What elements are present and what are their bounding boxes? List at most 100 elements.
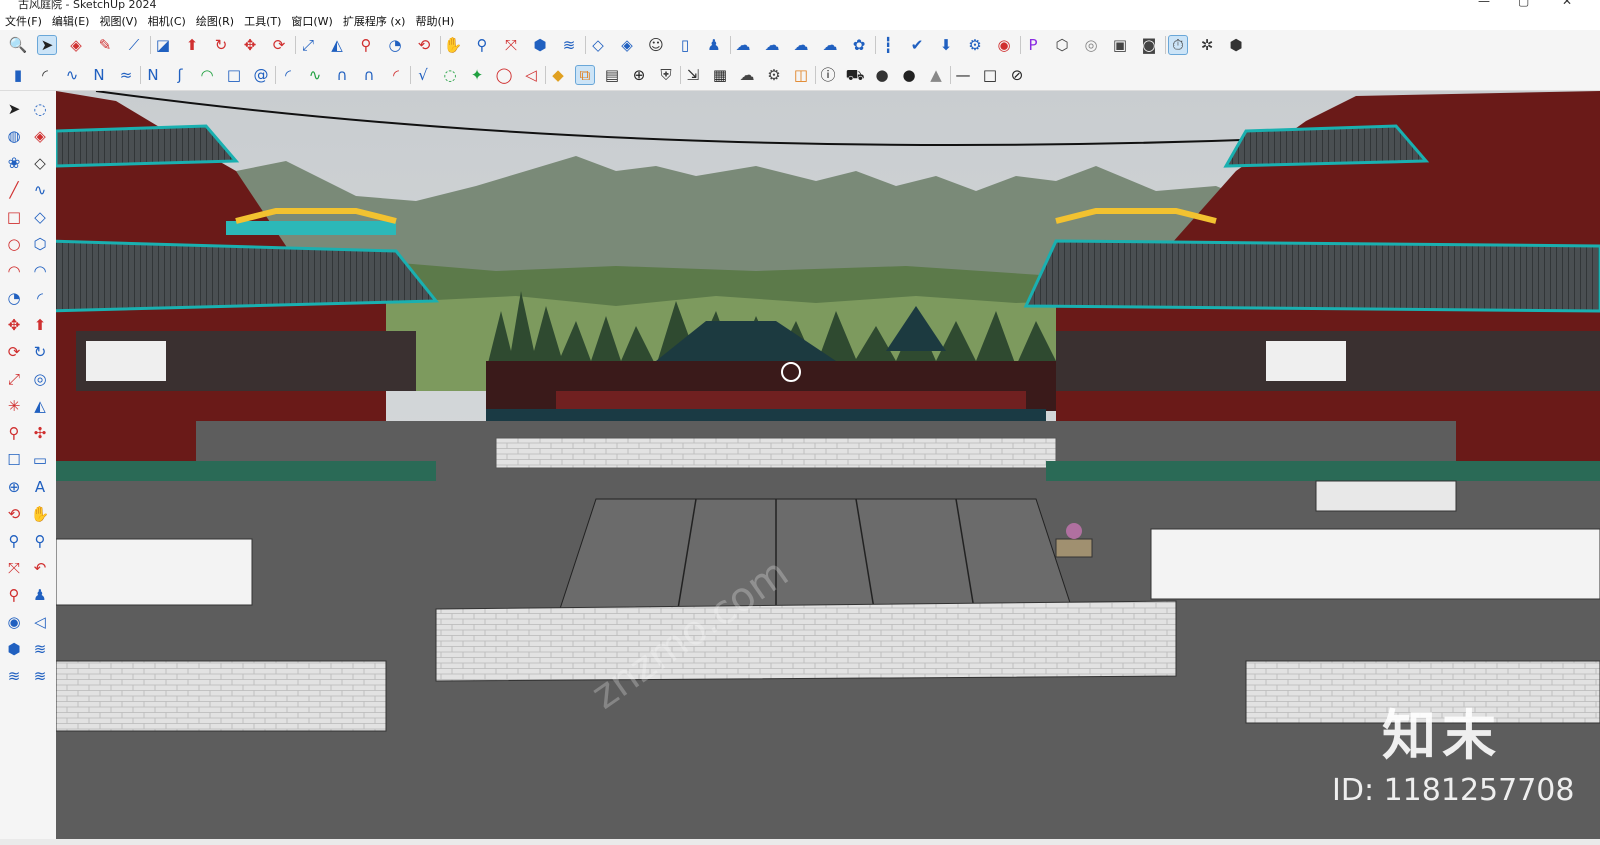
zoom-icon[interactable]: 🔍 (8, 35, 28, 55)
tape-tool-icon[interactable]: ⚲ (4, 423, 24, 443)
cube-icon[interactable]: ⬢ (1226, 35, 1246, 55)
menu-window[interactable]: 窗口(W) (286, 12, 337, 32)
rotate-tool-icon[interactable]: ⟳ (4, 342, 24, 362)
minimize-button[interactable]: — (1478, 0, 1490, 8)
camera-icon[interactable]: ▣ (1110, 35, 1130, 55)
component-tool-icon[interactable]: ❀ (4, 153, 24, 173)
orbit-icon[interactable]: ⟲ (414, 35, 434, 55)
pan-tool-icon[interactable]: ✋ (30, 504, 50, 524)
scale-tool-icon[interactable]: ⤢ (4, 369, 24, 389)
window-icon[interactable]: ◫ (791, 65, 811, 85)
shield-icon[interactable]: ⛨ (656, 65, 676, 85)
move-icon[interactable]: ✥ (240, 35, 260, 55)
3dtext-tool-icon[interactable]: A (30, 477, 50, 497)
text-tool-icon[interactable]: ☐ (4, 450, 24, 470)
user-icon[interactable]: ☺ (646, 35, 666, 55)
dimension-tool-icon[interactable]: ✣ (30, 423, 50, 443)
book-icon[interactable]: ▮ (8, 65, 28, 85)
section-cuts-icon[interactable]: ≋ (30, 639, 50, 659)
spiral-icon[interactable]: @ (251, 65, 271, 85)
curve-e-icon[interactable]: ʃ (170, 65, 190, 85)
rect-tool-icon[interactable]: □ (4, 207, 24, 227)
styles-tool-icon[interactable]: ≋ (30, 666, 50, 686)
cloud-sync-icon[interactable]: ☁ (820, 35, 840, 55)
curve-g-icon[interactable]: ◜ (278, 65, 298, 85)
axis-tool-icon[interactable]: ⊕ (4, 477, 24, 497)
select-tool-icon[interactable]: ➤ (4, 99, 24, 119)
3d-viewport[interactable]: 知末 ID: 1181257708 znzmo.com (56, 91, 1600, 839)
ellipse-icon[interactable]: ◯ (494, 65, 514, 85)
curve-j-icon[interactable]: ∩ (359, 65, 379, 85)
followme-icon[interactable]: ↻ (211, 35, 231, 55)
check-icon[interactable]: ✔ (907, 35, 927, 55)
pushpull-tool-icon[interactable]: ⬆ (30, 315, 50, 335)
menu-help[interactable]: 帮助(H) (410, 12, 459, 32)
curve-a-icon[interactable]: ∿ (62, 65, 82, 85)
timer-icon[interactable]: ⏱ (1168, 35, 1188, 55)
rotated-rect-icon[interactable]: ◇ (30, 207, 50, 227)
copy-icon[interactable]: ⧉ (575, 65, 595, 85)
offset-icon[interactable]: ◭ (327, 35, 347, 55)
square-icon[interactable]: □ (224, 65, 244, 85)
cloud-search-icon[interactable]: ☁ (762, 35, 782, 55)
tag-icon[interactable]: ◇ (30, 153, 50, 173)
eraser-tool-icon[interactable]: ◈ (30, 126, 50, 146)
menu-extensions[interactable]: 扩展程序 (x) (338, 12, 411, 32)
previous-view-icon[interactable]: ↶ (30, 558, 50, 578)
menu-file[interactable]: 文件(F) (0, 12, 47, 32)
zoom-extents-tool-icon[interactable]: ⤧ (4, 558, 24, 578)
cloud-icon[interactable]: ☁ (733, 35, 753, 55)
paint-bucket-icon[interactable]: ◍ (4, 126, 24, 146)
look-around-icon[interactable]: ◉ (4, 612, 24, 632)
dot-icon[interactable]: ● (899, 65, 919, 85)
curve-b-icon[interactable]: N (89, 65, 109, 85)
zoom-extents-icon[interactable]: ⤧ (501, 35, 521, 55)
cone-icon[interactable]: ▲ (926, 65, 946, 85)
section-plane-icon[interactable]: ◁ (30, 612, 50, 632)
arc3-tool-icon[interactable]: ◜ (30, 288, 50, 308)
freehand-icon[interactable]: ∿ (30, 180, 50, 200)
checker-icon[interactable]: ▦ (710, 65, 730, 85)
eraser-icon[interactable]: ◈ (66, 35, 86, 55)
zoom-window-icon[interactable]: ⚲ (30, 531, 50, 551)
pie-tool-icon[interactable]: ◔ (4, 288, 24, 308)
section-icon[interactable]: ⬢ (530, 35, 550, 55)
menu-tools[interactable]: 工具(T) (239, 12, 286, 32)
snapshot-icon[interactable]: ◙ (1139, 35, 1159, 55)
box-outline-icon[interactable]: □ (980, 65, 1000, 85)
film-icon[interactable]: ▤ (602, 65, 622, 85)
hide-icon[interactable]: ⊘ (1007, 65, 1027, 85)
curve-k-icon[interactable]: ◜ (386, 65, 406, 85)
menu-edit[interactable]: 编辑(E) (47, 12, 95, 32)
rotate-icon[interactable]: ⟳ (269, 35, 289, 55)
tags-icon[interactable]: ◇ (588, 35, 608, 55)
zoom-tool-icon[interactable]: ⚲ (472, 35, 492, 55)
person-icon[interactable]: ♟ (704, 35, 724, 55)
cog-icon[interactable]: ✲ (1197, 35, 1217, 55)
display-section-icon[interactable]: ⬢ (4, 639, 24, 659)
cart-icon[interactable]: ⛟ (845, 65, 865, 85)
polyline-icon[interactable]: ⟋ (124, 35, 144, 55)
curve-d-icon[interactable]: N (143, 65, 163, 85)
component-icon[interactable]: ✿ (849, 35, 869, 55)
info-icon[interactable]: ⓘ (818, 65, 838, 85)
bars-icon[interactable]: ┇ (878, 35, 898, 55)
scale-icon[interactable]: ⤢ (298, 35, 318, 55)
zoom-tool-icon2[interactable]: ⚲ (4, 531, 24, 551)
gear-icon[interactable]: ⚙ (965, 35, 985, 55)
move-tool-icon[interactable]: ✥ (4, 315, 24, 335)
select-icon[interactable]: ➤ (37, 35, 57, 55)
layers-tool-icon[interactable]: ≋ (4, 666, 24, 686)
target-icon[interactable]: ◎ (1081, 35, 1101, 55)
protractor-icon[interactable]: ◔ (385, 35, 405, 55)
curve-l-icon[interactable]: √ (413, 65, 433, 85)
layers-icon[interactable]: ≋ (559, 35, 579, 55)
arc-tool-icon[interactable]: ◠ (4, 261, 24, 281)
polygon-tool-icon[interactable]: ⬡ (30, 234, 50, 254)
menu-view[interactable]: 视图(V) (94, 12, 142, 32)
wrench-icon[interactable]: ✦ (467, 65, 487, 85)
circle-tool-icon[interactable]: ○ (4, 234, 24, 254)
plus-circle-icon[interactable]: ⊕ (629, 65, 649, 85)
offset-tool-icon[interactable]: ◎ (30, 369, 50, 389)
triangle-icon[interactable]: ◁ (521, 65, 541, 85)
